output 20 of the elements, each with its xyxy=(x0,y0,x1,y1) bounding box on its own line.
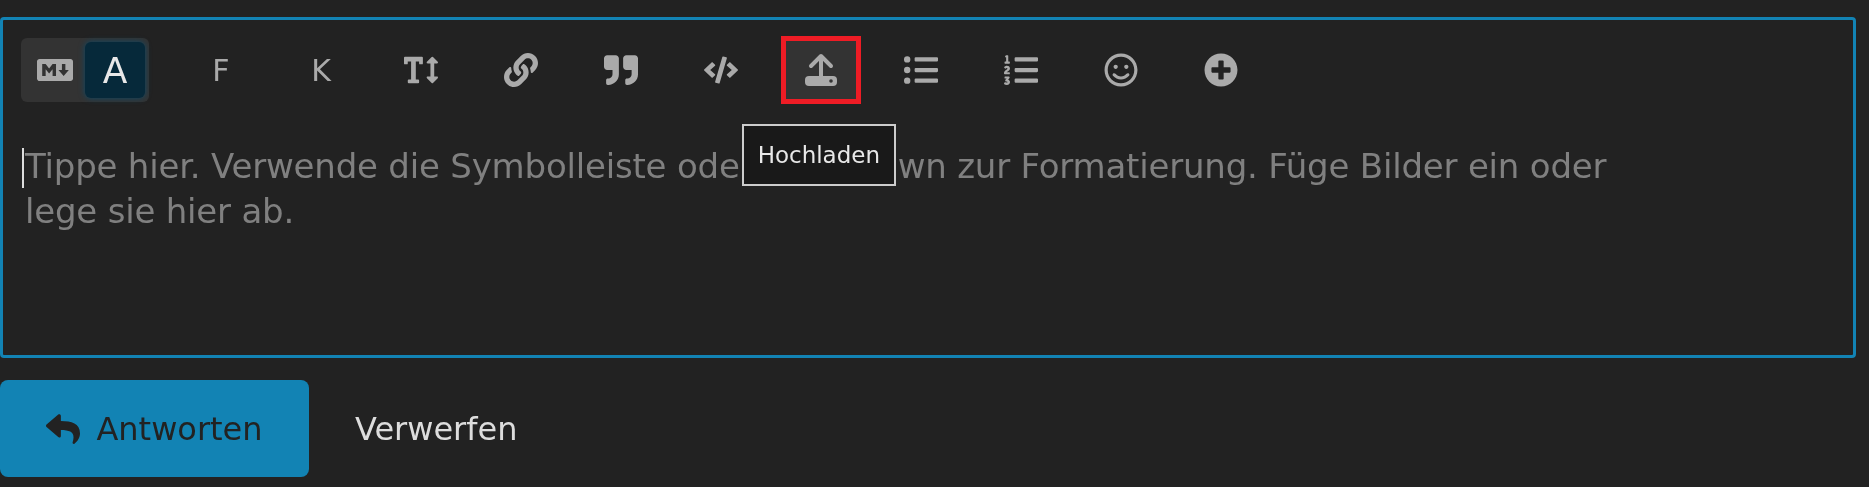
placeholder-text: wn zur Formatierung. Füge Bilder ein oder xyxy=(897,145,1607,188)
reply-icon xyxy=(46,411,81,446)
link-icon xyxy=(504,53,538,87)
placeholder-text: Tippe hier. Verwende die Symbolleiste ode xyxy=(25,145,740,188)
placeholder-text: lege sie hier ab. xyxy=(25,190,295,233)
rich-text-mode-button[interactable]: A xyxy=(85,42,145,98)
tooltip: Hochladen xyxy=(741,124,897,186)
bulleted-list-icon xyxy=(904,53,938,87)
upload-button[interactable] xyxy=(781,36,861,104)
plus-icon xyxy=(1204,53,1238,87)
editor-field[interactable]: A F K Tippe hier. Verwende die Symbolleiste ode Hochladen wn zur Formatierung. Füge Bilder ein oder lege sie hier ab. xyxy=(0,17,1856,358)
upload-icon xyxy=(803,52,839,88)
numbered-list-icon xyxy=(1004,53,1038,87)
text-cursor xyxy=(22,148,24,188)
discard-button[interactable]: Verwerfen xyxy=(355,409,518,448)
smiley-icon xyxy=(1104,53,1138,87)
quote-icon xyxy=(604,53,638,87)
format-button[interactable]: F xyxy=(181,36,261,104)
reply-button[interactable]: Antworten xyxy=(0,380,309,477)
format-button[interactable]: K xyxy=(281,36,361,104)
